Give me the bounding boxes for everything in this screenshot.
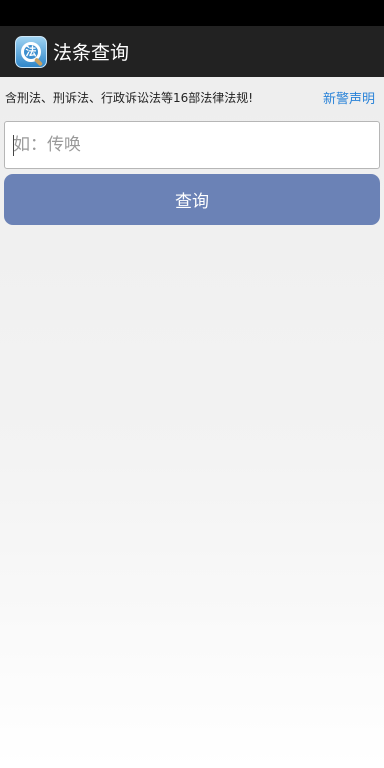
notice-row: 含刑法、刑诉法、行政诉讼法等16部法律法规! 新警声明	[0, 86, 384, 108]
app-logo-icon: 法	[15, 35, 47, 68]
text-cursor	[13, 135, 14, 156]
laws-included-notice: 含刑法、刑诉法、行政诉讼法等16部法律法规!	[5, 90, 254, 105]
app-bar: 法 法条查询	[0, 26, 384, 77]
app-title: 法条查询	[53, 42, 130, 64]
disclaimer-link[interactable]: 新警声明	[323, 88, 375, 107]
query-button[interactable]: 查询	[4, 174, 380, 225]
search-input[interactable]	[4, 121, 380, 169]
status-bar	[0, 0, 384, 26]
